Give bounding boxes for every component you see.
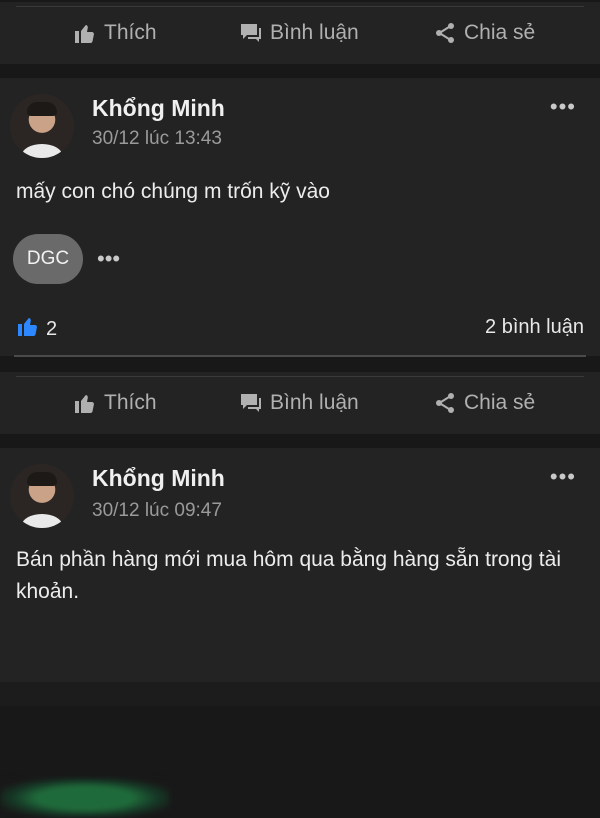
post-card: Khổng Minh 30/12 lúc 09:47 ••• Bán phần … <box>0 448 600 682</box>
more-options-icon[interactable]: ••• <box>550 94 576 120</box>
like-button[interactable]: Thích <box>72 372 157 434</box>
post-author[interactable]: Khổng Minh <box>92 465 225 492</box>
thumbs-up-icon <box>72 20 98 46</box>
like-button[interactable]: Thích <box>72 2 157 64</box>
comment-label: Bình luận <box>270 391 359 414</box>
post-timestamp[interactable]: 30/12 lúc 13:43 <box>92 128 222 150</box>
feed-gap <box>0 682 600 706</box>
comment-count[interactable]: 2 bình luận <box>485 316 584 339</box>
tag-chip[interactable]: DGC <box>13 234 83 284</box>
avatar[interactable] <box>10 94 74 158</box>
share-label: Chia sẻ <box>464 21 536 44</box>
partial-next-item <box>0 778 170 818</box>
thumbs-up-icon <box>72 390 98 416</box>
action-bar-top: Thích Bình luận Chia sẻ <box>0 2 600 64</box>
share-button[interactable]: Chia sẻ <box>432 372 535 434</box>
post-timestamp[interactable]: 30/12 lúc 09:47 <box>92 500 222 522</box>
action-bar-post-1: Thích Bình luận Chia sẻ <box>0 372 600 434</box>
divider <box>14 355 586 357</box>
post-card: Khổng Minh 30/12 lúc 13:43 ••• mấy con c… <box>0 78 600 357</box>
avatar[interactable] <box>10 464 74 528</box>
share-button[interactable]: Chia sẻ <box>432 2 535 64</box>
comment-icon <box>238 390 264 416</box>
post-text: Bán phần hàng mới mua hôm qua bằng hàng … <box>16 548 561 603</box>
like-label: Thích <box>104 391 157 414</box>
share-icon <box>432 20 458 46</box>
like-label: Thích <box>104 21 157 44</box>
share-label: Chia sẻ <box>464 391 536 414</box>
chip-more-icon[interactable]: ••• <box>97 246 120 272</box>
comment-button[interactable]: Bình luận <box>238 2 359 64</box>
blue-thumbs-up-icon <box>16 314 40 344</box>
share-icon <box>432 390 458 416</box>
like-count-value: 2 <box>46 317 58 340</box>
comment-icon <box>238 20 264 46</box>
like-count[interactable]: 2 <box>16 314 57 344</box>
comment-button[interactable]: Bình luận <box>238 372 359 434</box>
post-text: mấy con chó chúng m trốn kỹ vào <box>16 180 330 203</box>
more-options-icon[interactable]: ••• <box>550 464 576 490</box>
comment-label: Bình luận <box>270 21 359 44</box>
post-author[interactable]: Khổng Minh <box>92 95 225 122</box>
